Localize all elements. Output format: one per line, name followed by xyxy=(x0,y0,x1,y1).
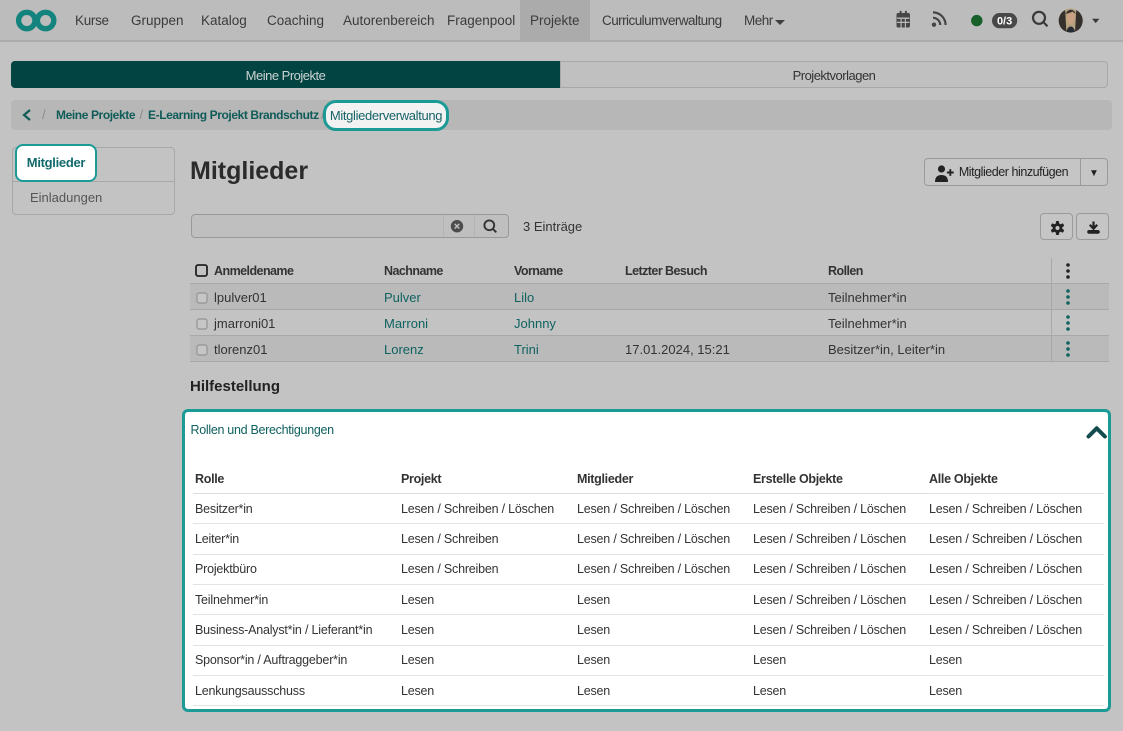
svg-text:0/3: 0/3 xyxy=(997,16,1012,28)
